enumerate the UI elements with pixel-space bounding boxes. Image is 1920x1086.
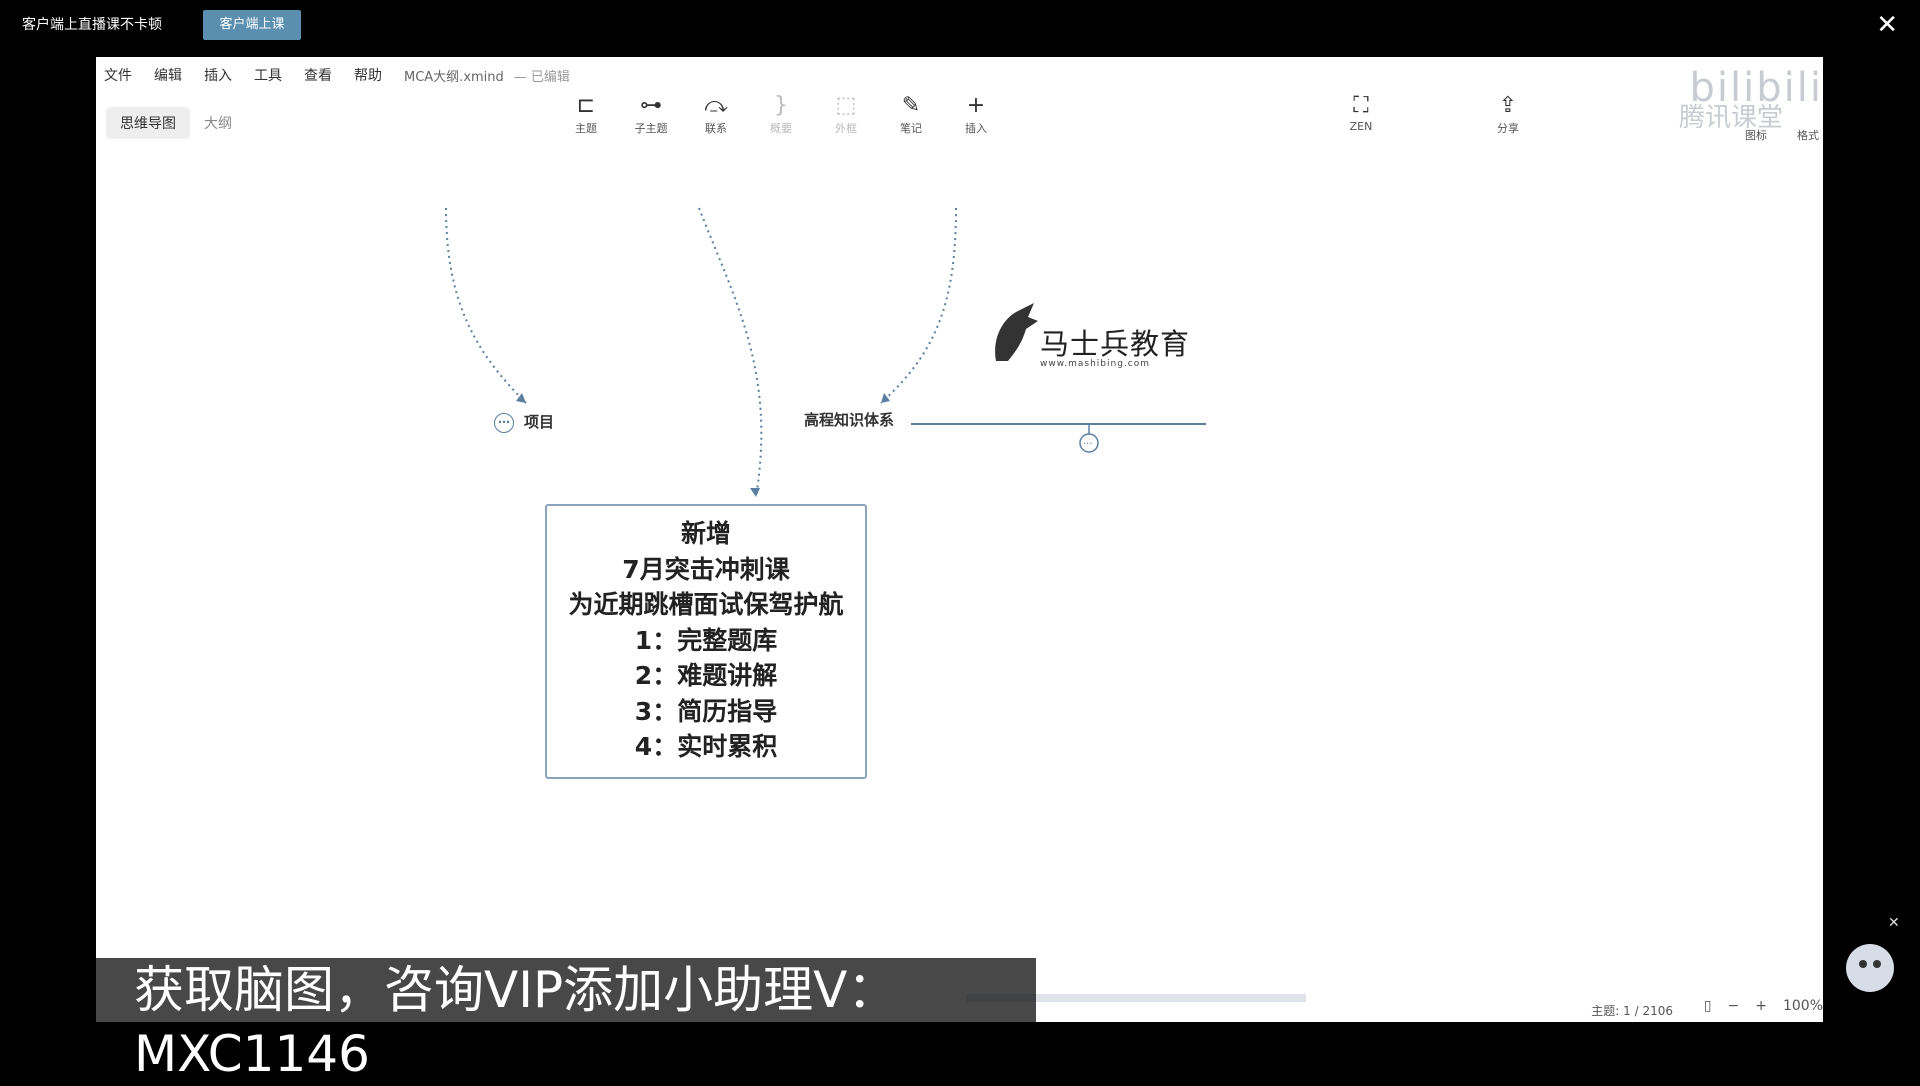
relationship-button[interactable]: ⤼ 联系 bbox=[686, 92, 746, 136]
horse-logo-icon bbox=[995, 303, 1038, 361]
boundary-label: 外框 bbox=[835, 122, 857, 135]
note-line: 1：完整题库 bbox=[634, 625, 778, 655]
note-line: 3：简历指导 bbox=[634, 696, 778, 726]
note-line: 4：实时累积 bbox=[634, 732, 778, 761]
relationship-label: 联系 bbox=[705, 122, 727, 135]
collapse-icon[interactable]: ⋯ bbox=[494, 412, 514, 433]
video-subtitle: 获取脑图，咨询VIP添加小助理V：MXC1146 bbox=[96, 958, 1036, 1083]
node-project[interactable]: ⋯ 项目 bbox=[494, 411, 554, 433]
mascot-icon[interactable] bbox=[1835, 930, 1905, 1000]
menu-bar: 文件 编辑 插入 工具 查看 帮助 MCA大纲.xmind — 已编辑 bbox=[96, 57, 592, 93]
file-name: MCA大纲.xmind bbox=[404, 69, 504, 85]
insert-label: 插入 bbox=[965, 122, 987, 135]
boundary-button[interactable]: ⬚ 外框 bbox=[816, 92, 876, 136]
subtopic-icon: ⊶ bbox=[640, 93, 662, 118]
node-advanced-knowledge[interactable]: 高程知识体系 bbox=[804, 409, 894, 430]
close-icon[interactable]: ✕ bbox=[1876, 10, 1898, 40]
share-icon: ⇪ bbox=[1498, 93, 1518, 118]
note-icon: ✎ bbox=[901, 93, 921, 118]
zoom-in-button[interactable]: + bbox=[1755, 998, 1767, 1014]
top-bar: 客户端上直播课不卡顿 客户端上课 ✕ bbox=[0, 0, 1920, 50]
svg-text:···: ··· bbox=[1083, 439, 1093, 450]
mascot-close-icon[interactable]: ✕ bbox=[1888, 915, 1900, 931]
format-panel-button[interactable]: 格式 bbox=[1788, 127, 1823, 143]
format-panel-label: 格式 bbox=[1797, 129, 1819, 142]
topic-icon: ⊏ bbox=[576, 93, 596, 118]
xmind-window: 文件 编辑 插入 工具 查看 帮助 MCA大纲.xmind — 已编辑 思维导图… bbox=[96, 57, 1823, 1022]
client-class-button[interactable]: 客户端上课 bbox=[203, 10, 301, 40]
menu-edit[interactable]: 编辑 bbox=[154, 65, 182, 85]
logo-name: 马士兵教育 bbox=[1040, 327, 1191, 361]
summary-icon: } bbox=[774, 93, 788, 118]
connector-lines: ··· bbox=[445, 207, 1206, 498]
summary-button[interactable]: } 概要 bbox=[751, 92, 811, 136]
menu-file[interactable]: 文件 bbox=[104, 65, 132, 85]
menu-tools[interactable]: 工具 bbox=[254, 65, 282, 85]
icon-panel-label: 图标 bbox=[1745, 129, 1767, 142]
insert-icon: + bbox=[966, 93, 986, 118]
share-label: 分享 bbox=[1497, 122, 1519, 135]
menu-insert[interactable]: 插入 bbox=[204, 65, 232, 85]
note-line: 2：难题讲解 bbox=[634, 661, 778, 690]
icon-panel-button[interactable]: 图标 bbox=[1736, 127, 1776, 143]
topic-button[interactable]: ⊏ 主题 bbox=[556, 92, 616, 136]
zoom-controls: ▯ − + 100% bbox=[1704, 998, 1823, 1014]
mindmap-canvas[interactable]: ··· ⋯ 项目 高程知识体系 马士兵教育 www.mashibing.com 新… bbox=[96, 153, 1823, 953]
mashibing-logo: 马士兵教育 www.mashibing.com bbox=[988, 293, 1208, 383]
subtopic-label: 子主题 bbox=[634, 122, 668, 135]
note-line: 7月突击冲刺课 bbox=[622, 554, 790, 584]
file-status: — 已编辑 bbox=[513, 69, 570, 85]
note-line: 新增 bbox=[680, 519, 731, 548]
note-topic-box[interactable]: 新增 7月突击冲刺课 为近期跳槽面试保驾护航 1：完整题库 2：难题讲解 3：简… bbox=[545, 504, 867, 779]
note-line: 为近期跳槽面试保驾护航 bbox=[568, 590, 844, 619]
fullscreen-icon: ⛶ bbox=[1353, 93, 1369, 118]
node-project-label: 项目 bbox=[524, 413, 555, 431]
subtopic-button[interactable]: ⊶ 子主题 bbox=[621, 92, 681, 136]
toolbar: ⊏ 主题 ⊶ 子主题 ⤼ 联系 } 概要 ⬚ 外框 ✎ 笔记 + 插入 ⛶ ZEN ⇪ 分享 bbox=[96, 92, 1823, 152]
promo-text: 客户端上直播课不卡顿 bbox=[22, 17, 162, 33]
topic-count: 主题: 1 / 2106 bbox=[1591, 1004, 1673, 1018]
insert-button[interactable]: + 插入 bbox=[946, 92, 1006, 136]
topic-label: 主题 bbox=[575, 122, 597, 135]
note-button[interactable]: ✎ 笔记 bbox=[881, 92, 941, 136]
boundary-icon: ⬚ bbox=[835, 93, 857, 118]
zen-label: ZEN bbox=[1349, 120, 1373, 133]
zoom-out-button[interactable]: − bbox=[1728, 998, 1740, 1014]
note-label: 笔记 bbox=[900, 122, 922, 135]
share-button[interactable]: ⇪ 分享 bbox=[1478, 92, 1538, 136]
menu-view[interactable]: 查看 bbox=[304, 65, 332, 85]
relationship-icon: ⤼ bbox=[704, 93, 728, 118]
zen-button[interactable]: ⛶ ZEN bbox=[1331, 92, 1391, 133]
summary-label: 概要 bbox=[770, 122, 792, 135]
logo-url: www.mashibing.com bbox=[1040, 359, 1151, 369]
book-icon[interactable]: ▯ bbox=[1704, 998, 1712, 1014]
menu-help[interactable]: 帮助 bbox=[354, 65, 382, 85]
zoom-level: 100% bbox=[1782, 998, 1823, 1014]
